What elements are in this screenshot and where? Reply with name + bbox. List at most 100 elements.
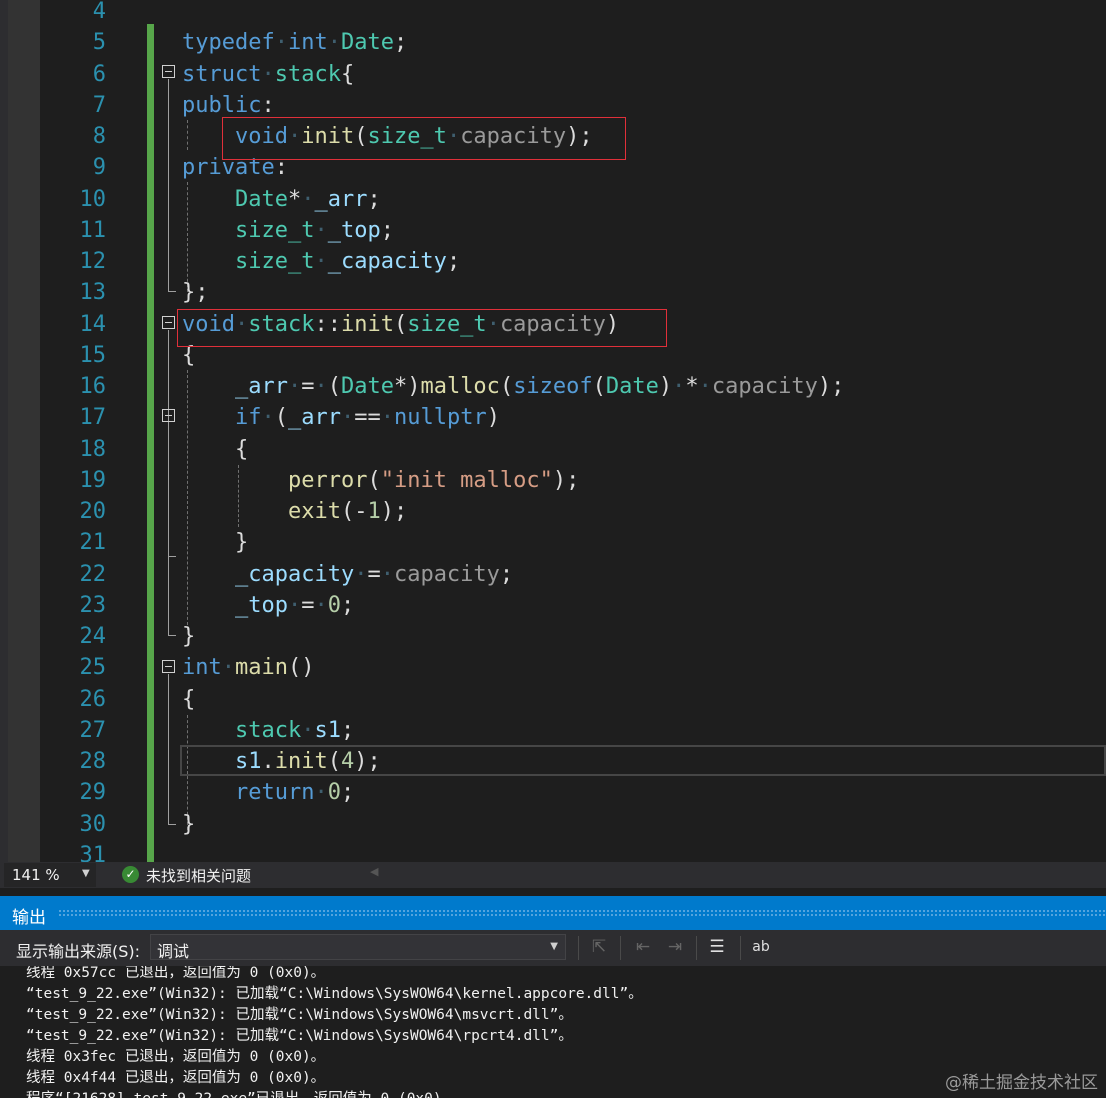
- change-tracking-bar: [147, 24, 154, 862]
- code-token: );: [552, 467, 580, 493]
- output-source-value: 调试: [157, 942, 190, 961]
- code-token: (: [367, 467, 381, 493]
- code-token: (: [499, 374, 514, 399]
- code-token: capacity: [711, 374, 818, 399]
- code-token: );: [380, 499, 408, 524]
- code-token: =: [367, 561, 381, 587]
- code-token: _arr: [314, 186, 368, 212]
- highlight-box-definition: [177, 309, 667, 347]
- output-panel-title: 输出: [12, 908, 46, 928]
- whitespace-marker: ·: [274, 30, 288, 56]
- code-token: (: [274, 405, 288, 431]
- code-token: 4: [340, 749, 355, 774]
- line-number-margin: 4 5 6 7 8 9 10 11 12 13 14 15 16 17 18 19 20 21 22 23 24 25 26…: [40, 0, 145, 862]
- output-line: “test_9_22.exe”(Win32): 已加载“C:\Windows\S…: [26, 1007, 573, 1023]
- line-number: 12: [79, 249, 107, 274]
- code-token: init: [274, 749, 328, 774]
- code-token: ): [658, 374, 673, 399]
- code-line: _top·=·0;: [182, 590, 354, 621]
- code-token: (: [340, 499, 355, 524]
- code-token: _capacity: [234, 561, 355, 587]
- code-token: _capacity: [327, 249, 447, 274]
- code-editor[interactable]: 4 5 6 7 8 9 10 11 12 13 14 15 16 17 18 19 20 21 22 23 24 25 26…: [0, 0, 1106, 862]
- output-text-area[interactable]: 线程 0x57cc 已退出，返回值为 0 (0x0)。 “test_9_22.ex…: [0, 966, 1106, 1098]
- toolbar-separator: [696, 936, 697, 960]
- code-token: exit: [287, 499, 341, 524]
- scroll-left-icon[interactable]: ◀: [370, 865, 378, 878]
- output-panel-title-bar[interactable]: 输出: [0, 896, 1106, 930]
- code-token: perror: [287, 467, 368, 493]
- code-token: );: [817, 374, 845, 399]
- issues-status[interactable]: 未找到相关问题: [146, 865, 251, 886]
- editor-status-bar: 141 % ▼ ✓ 未找到相关问题 ◀: [0, 862, 1106, 888]
- collapse-main-icon[interactable]: [162, 660, 175, 673]
- code-token: capacity: [393, 561, 500, 587]
- code-token: _arr: [234, 374, 288, 399]
- code-token: =: [301, 592, 315, 618]
- clear-all-icon[interactable]: ☰: [706, 936, 728, 958]
- line-number: 18: [79, 436, 107, 462]
- whitespace-marker: [182, 530, 235, 555]
- fold-line: [168, 674, 169, 824]
- whitespace-marker: ·: [221, 655, 235, 681]
- find-message-in-code-icon[interactable]: ⇱: [588, 936, 610, 958]
- code-token: Date: [340, 374, 394, 399]
- line-number: 4: [92, 0, 106, 24]
- code-token: {: [340, 61, 355, 87]
- line-number: 14: [79, 311, 107, 337]
- whitespace-marker: [182, 218, 235, 243]
- toggle-word-wrap-icon[interactable]: ab: [750, 936, 772, 958]
- fold-end: [168, 824, 176, 825]
- line-number: 16: [79, 374, 107, 399]
- code-token: 0: [327, 592, 341, 618]
- code-token: stack: [274, 61, 341, 87]
- code-token: _arr: [287, 405, 341, 431]
- whitespace-marker: ·: [314, 374, 328, 399]
- code-token: public: [182, 92, 262, 118]
- whitespace-marker: ·: [287, 374, 302, 399]
- code-token: =: [301, 374, 315, 399]
- code-line: typedef·int·Date;: [182, 27, 407, 58]
- code-token: ==: [354, 405, 381, 431]
- whitespace-marker: ·: [314, 780, 328, 806]
- code-token: _top: [234, 592, 288, 618]
- zoom-dropdown[interactable]: 141 % ▼: [4, 863, 96, 887]
- code-token: }: [182, 624, 196, 649]
- code-token: *): [393, 374, 421, 399]
- code-line: }: [182, 809, 195, 840]
- fold-end: [168, 635, 176, 636]
- code-token: _top: [327, 217, 381, 243]
- whitespace-marker: [182, 718, 235, 743]
- check-circle-icon: ✓: [122, 866, 139, 883]
- whitespace-marker: ·: [380, 405, 394, 431]
- code-token: ;: [340, 592, 355, 618]
- code-token: "init malloc": [380, 467, 553, 493]
- next-message-icon[interactable]: ⇥: [664, 936, 686, 958]
- code-token: *: [685, 374, 699, 399]
- previous-message-icon[interactable]: ⇤: [632, 936, 654, 958]
- zoom-level: 141 %: [12, 866, 60, 884]
- code-token: size_t: [234, 217, 315, 243]
- code-token: {: [234, 436, 249, 462]
- whitespace-marker: ·: [380, 561, 394, 587]
- code-line: struct·stack{: [182, 59, 354, 90]
- whitespace-marker: [182, 562, 235, 587]
- editor-left-strip: [0, 0, 8, 862]
- toolbar-separator: [578, 936, 579, 960]
- code-token: ;: [380, 217, 394, 243]
- fold-line: [168, 330, 169, 635]
- whitespace-marker: [182, 249, 235, 274]
- collapse-if-icon[interactable]: [162, 409, 175, 422]
- whitespace-marker: ·: [672, 374, 686, 399]
- breakpoint-gutter[interactable]: [8, 0, 40, 862]
- output-source-dropdown[interactable]: 调试 ▼: [150, 934, 566, 961]
- line-number: 20: [79, 499, 107, 524]
- output-toolbar: 显示输出来源(S): 调试 ▼ ⇱ ⇤ ⇥ ☰ ab: [0, 930, 1106, 966]
- code-token: s1: [234, 749, 262, 774]
- collapse-struct-icon[interactable]: [162, 65, 175, 78]
- line-number: 30: [79, 811, 107, 837]
- code-token: 0: [327, 780, 341, 806]
- code-line: size_t·_top;: [182, 215, 394, 246]
- collapse-function-icon[interactable]: [162, 316, 175, 329]
- output-line: 程序“[21628] test_9_22.exe”已退出，返回值为 0 (0x0…: [26, 1089, 456, 1098]
